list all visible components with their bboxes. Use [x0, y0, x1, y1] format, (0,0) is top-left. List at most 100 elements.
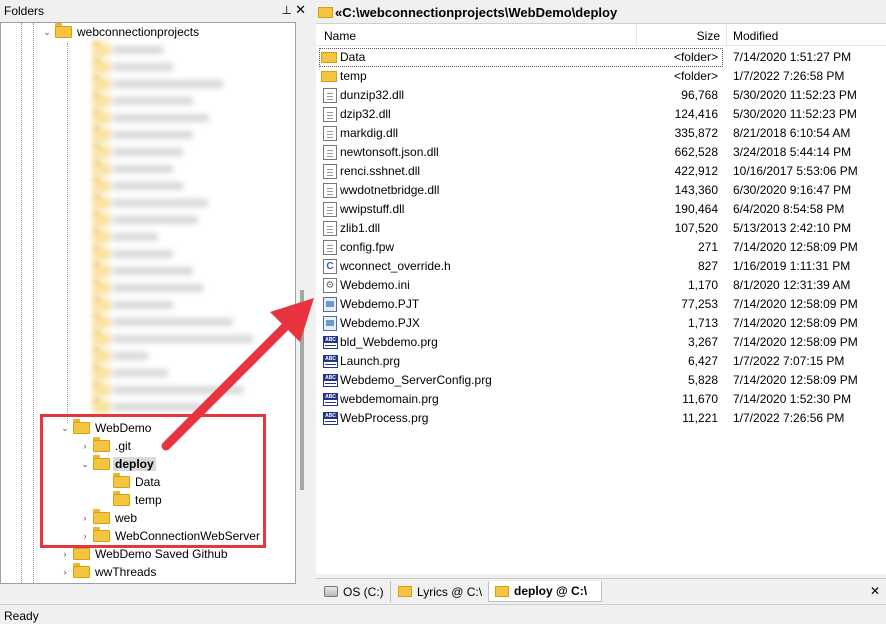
- column-header-size[interactable]: Size: [697, 29, 720, 43]
- file-row[interactable]: WebProcess.prg 11,221 1/7/2022 7:26:56 PM: [316, 409, 886, 428]
- tree-item-redacted[interactable]: [79, 58, 173, 76]
- file-row[interactable]: Launch.prg 6,427 1/7/2022 7:07:15 PM: [316, 352, 886, 371]
- file-row[interactable]: ⚙ Webdemo.ini 1,170 8/1/2020 12:31:39 AM: [316, 276, 886, 295]
- dll-file-icon: [323, 221, 337, 236]
- tab-deploy[interactable]: deploy @ C:\: [488, 581, 602, 602]
- folder-icon: [495, 585, 509, 597]
- tree-item-redacted[interactable]: [79, 245, 173, 263]
- tree-item-redacted[interactable]: [79, 364, 168, 382]
- tree-item-redacted[interactable]: [79, 262, 193, 280]
- tab-label: OS (C:): [343, 584, 384, 599]
- close-icon[interactable]: ✕: [870, 584, 880, 598]
- file-row[interactable]: config.fpw 271 7/14/2020 12:58:09 PM: [316, 238, 886, 257]
- dll-file-icon: [323, 183, 337, 198]
- file-size: 1,713: [687, 316, 718, 330]
- blank-file-icon: [323, 240, 337, 255]
- file-name: Webdemo_ServerConfig.prg: [340, 373, 492, 387]
- column-header-modified[interactable]: Modified: [733, 29, 778, 43]
- folders-header: Folders ⊥ ✕: [0, 0, 312, 22]
- scrollbar-thumb[interactable]: [300, 290, 304, 490]
- file-modified: 7/14/2020 1:52:30 PM: [733, 392, 852, 406]
- tree-item-redacted[interactable]: [79, 126, 193, 144]
- path-prefix: «: [335, 4, 343, 20]
- folder-icon: [93, 211, 110, 226]
- file-modified: 7/14/2020 12:58:09 PM: [733, 335, 858, 349]
- ini-gear-icon: ⚙: [323, 278, 337, 293]
- dll-file-icon: [323, 107, 337, 122]
- expand-icon[interactable]: ›: [59, 549, 71, 559]
- c-header-icon: C: [323, 259, 337, 274]
- tab-lyrics[interactable]: Lyrics @ C:\: [392, 581, 490, 602]
- tab-bar: OS (C:) Lyrics @ C:\ deploy @ C:\ ✕: [316, 578, 886, 602]
- column-separator[interactable]: [726, 24, 727, 46]
- file-name: markdig.dll: [340, 126, 399, 140]
- file-modified: 8/1/2020 12:31:39 AM: [733, 278, 851, 292]
- folder-icon: [398, 586, 412, 597]
- close-icon[interactable]: ✕: [295, 2, 306, 18]
- tree-item-redacted[interactable]: [79, 109, 209, 127]
- file-row[interactable]: Data <folder> 7/14/2020 1:51:27 PM: [316, 48, 886, 67]
- file-row[interactable]: renci.sshnet.dll 422,912 10/16/2017 5:53:0…: [316, 162, 886, 181]
- collapse-icon[interactable]: ⌄: [41, 27, 53, 38]
- file-name: wwipstuff.dll: [340, 202, 405, 216]
- tree-scrollbar[interactable]: [296, 22, 310, 584]
- tree-item-label: [113, 97, 193, 105]
- column-header-name[interactable]: Name: [324, 29, 356, 43]
- file-row[interactable]: wwipstuff.dll 190,464 6/4/2020 8:54:58 PM: [316, 200, 886, 219]
- file-row[interactable]: Webdemo.PJX 1,713 7/14/2020 12:58:09 PM: [316, 314, 886, 333]
- tree-item-label: [113, 267, 193, 275]
- file-modified: 1/7/2022 7:26:56 PM: [733, 411, 845, 425]
- file-row[interactable]: Webdemo.PJT 77,253 7/14/2020 12:58:09 PM: [316, 295, 886, 314]
- file-row[interactable]: dunzip32.dll 96,768 5/30/2020 11:52:23 PM: [316, 86, 886, 105]
- tree-item-wwthreads[interactable]: › wwThreads: [59, 563, 158, 581]
- file-size: 827: [697, 259, 718, 273]
- file-row[interactable]: dzip32.dll 124,416 5/30/2020 11:52:23 PM: [316, 105, 886, 124]
- tree-item-redacted[interactable]: [79, 381, 243, 399]
- tree-item-redacted[interactable]: [79, 75, 223, 93]
- folder-icon: [93, 143, 110, 158]
- tree-item-redacted[interactable]: [79, 313, 233, 331]
- expand-icon[interactable]: ›: [59, 567, 71, 577]
- file-row[interactable]: bld_Webdemo.prg 3,267 7/14/2020 12:58:09 P…: [316, 333, 886, 352]
- file-size: 271: [697, 240, 718, 254]
- pin-icon[interactable]: ⊥: [282, 3, 292, 17]
- tree-guide-line: [21, 23, 22, 583]
- tree-item-redacted[interactable]: [79, 228, 158, 246]
- folder-icon: [73, 545, 90, 560]
- tree-item-redacted[interactable]: [79, 160, 173, 178]
- dll-file-icon: [323, 145, 337, 160]
- column-separator[interactable]: [636, 24, 637, 46]
- file-modified: 1/7/2022 7:26:58 PM: [733, 69, 845, 83]
- tree-item-label: [113, 63, 173, 71]
- path-bar[interactable]: « C:\webconnectionprojects\WebDemo\deplo…: [316, 2, 886, 22]
- file-row[interactable]: newtonsoft.json.dll 662,528 3/24/2018 5:44…: [316, 143, 886, 162]
- tree-item-redacted[interactable]: [79, 143, 183, 161]
- folder-icon: [55, 23, 72, 38]
- tree-item-redacted[interactable]: [79, 279, 203, 297]
- file-row[interactable]: wwdotnetbridge.dll 143,360 6/30/2020 9:16:…: [316, 181, 886, 200]
- folder-icon: [93, 364, 110, 379]
- file-row[interactable]: Webdemo_ServerConfig.prg 5,828 7/14/2020 1…: [316, 371, 886, 390]
- file-row[interactable]: zlib1.dll 107,520 5/13/2013 2:42:10 PM: [316, 219, 886, 238]
- file-name: config.fpw: [340, 240, 395, 254]
- file-list[interactable]: Name Size Modified Data <folder> 7/14/2020…: [316, 23, 886, 574]
- file-size: 1,170: [687, 278, 718, 292]
- tree-item-redacted[interactable]: [79, 194, 208, 212]
- tree-item-redacted[interactable]: [79, 296, 173, 314]
- file-name: webdemomain.prg: [340, 392, 439, 406]
- tree-item-redacted[interactable]: [79, 41, 163, 59]
- tree-item-redacted[interactable]: [79, 330, 253, 348]
- tree-item-label: [113, 352, 148, 360]
- file-row[interactable]: markdig.dll 335,872 8/21/2018 6:10:54 AM: [316, 124, 886, 143]
- tree-item-label: [113, 148, 183, 156]
- tree-item-redacted[interactable]: [79, 211, 198, 229]
- tree-item-redacted[interactable]: [79, 347, 148, 365]
- tree-item-redacted[interactable]: [79, 92, 193, 110]
- file-row[interactable]: Cwconnect_override.h 827 1/16/2019 1:11:31…: [316, 257, 886, 276]
- tree-item-redacted[interactable]: [79, 177, 183, 195]
- file-row[interactable]: webdemomain.prg 11,670 7/14/2020 1:52:30 P…: [316, 390, 886, 409]
- tree-item-webconnectionprojects[interactable]: ⌄ webconnectionprojects: [41, 23, 201, 41]
- file-row[interactable]: temp <folder> 1/7/2022 7:26:58 PM: [316, 67, 886, 86]
- folder-icon: [93, 177, 110, 192]
- tab-os[interactable]: OS (C:): [318, 581, 391, 602]
